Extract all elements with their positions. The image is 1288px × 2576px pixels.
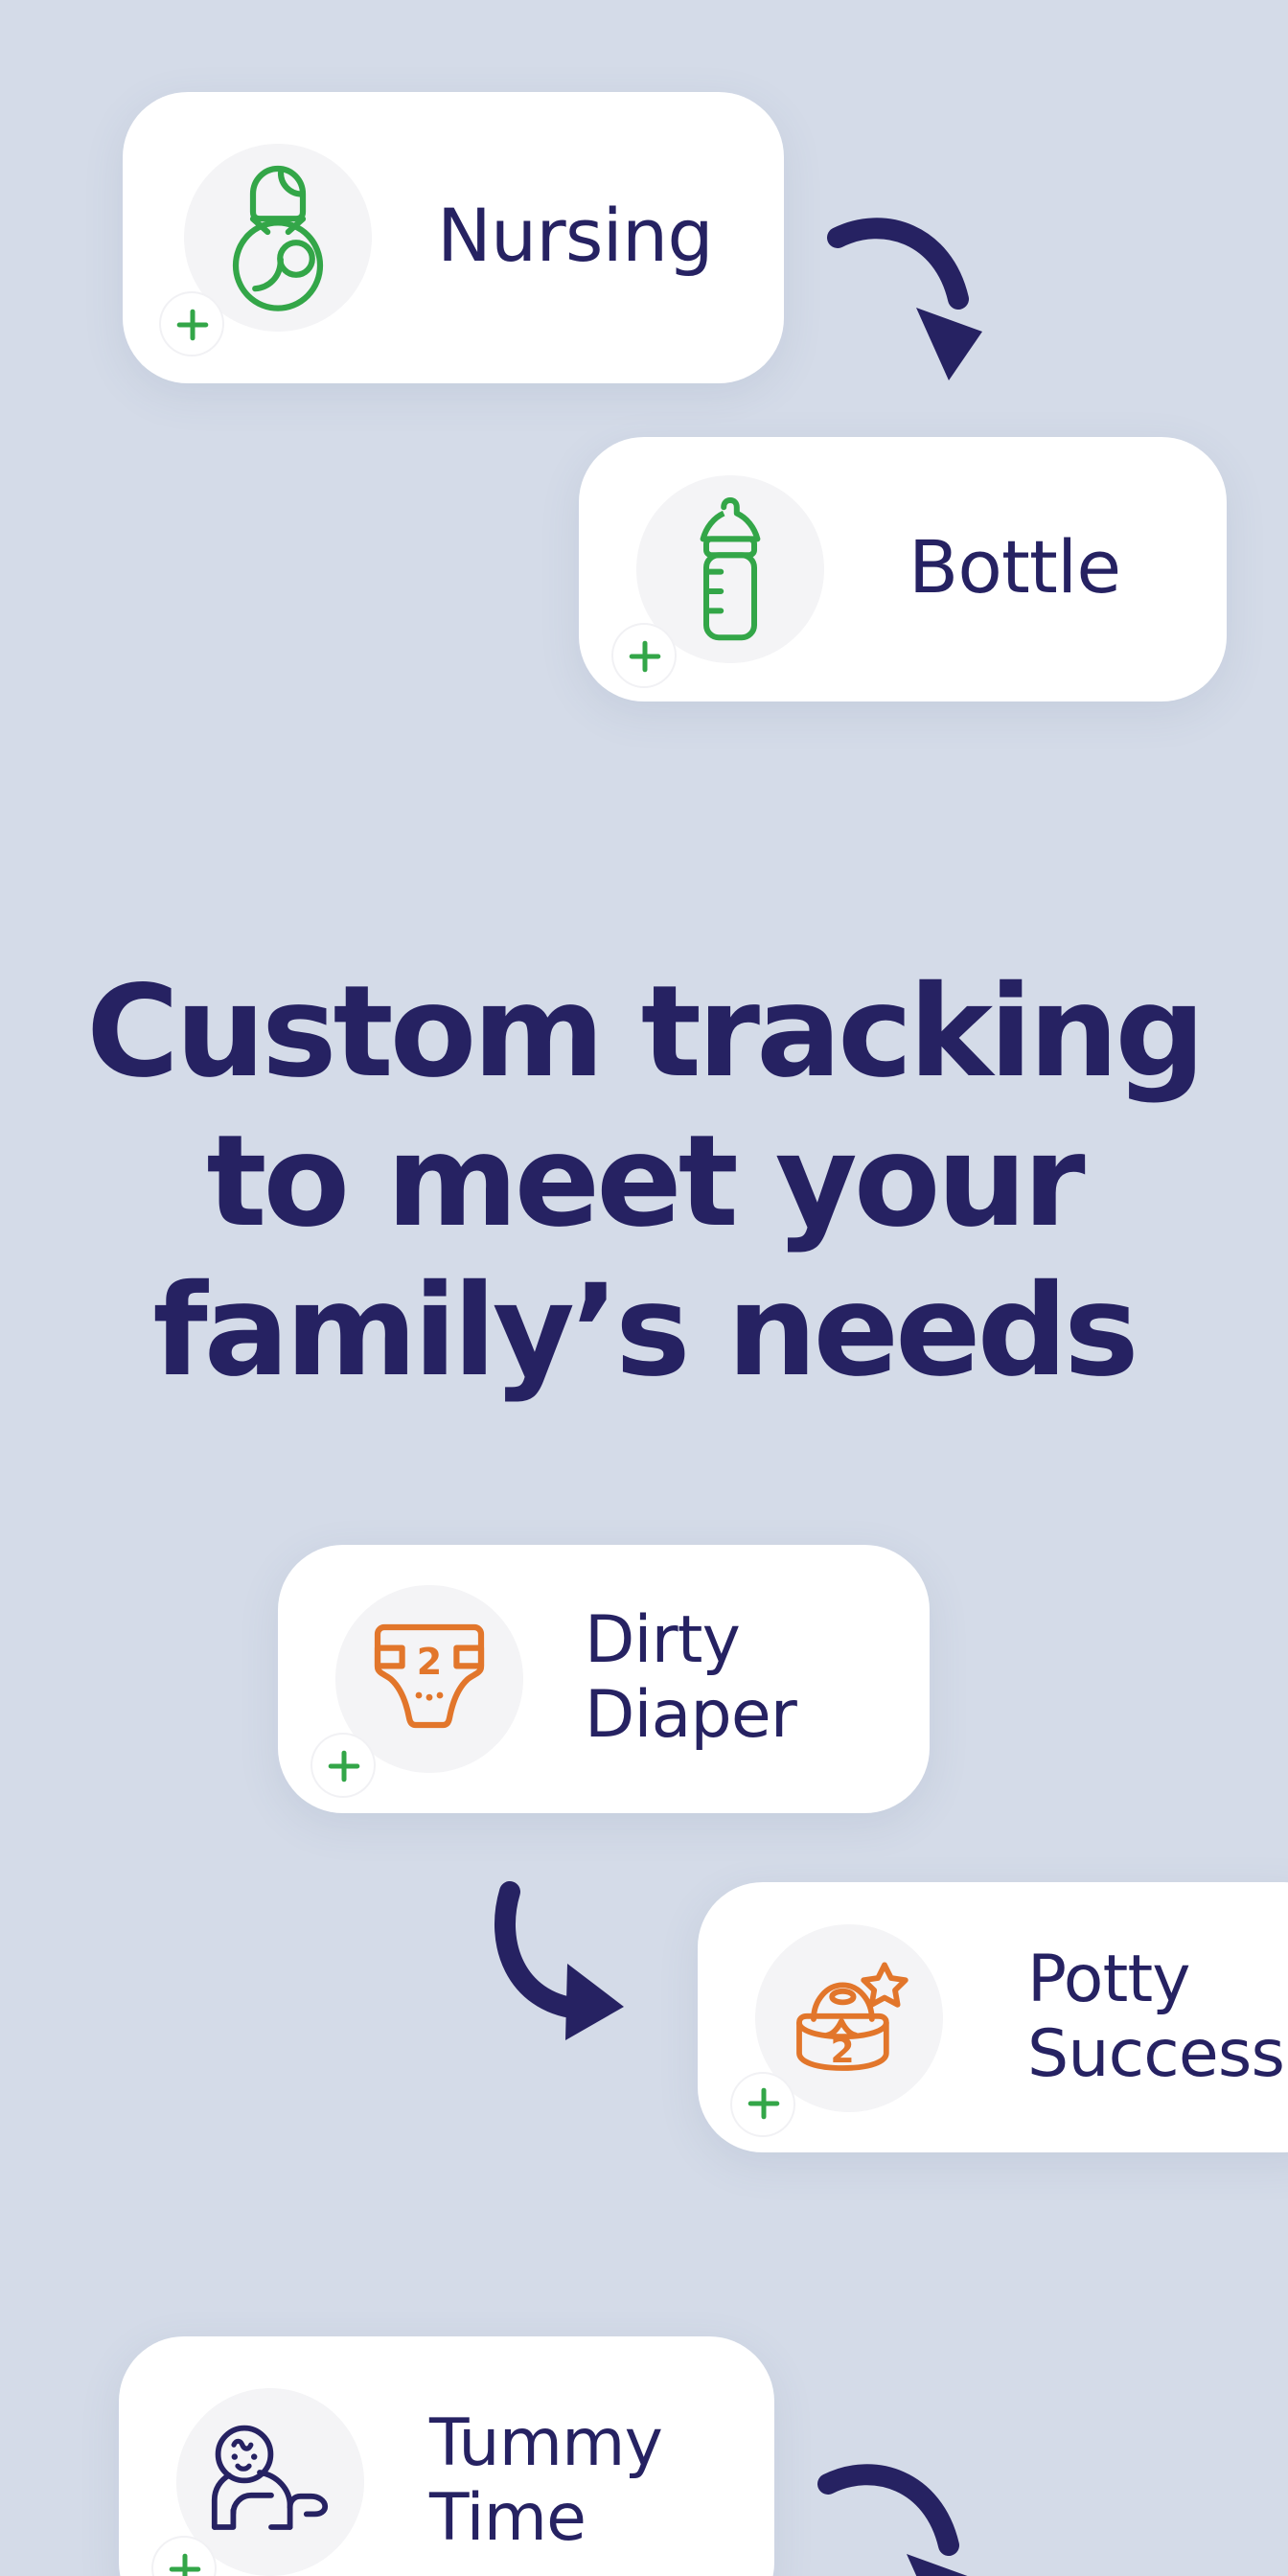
- plus-icon: [628, 639, 660, 672]
- icon-slot-bottle: [613, 456, 843, 686]
- tracking-card-tummy-time[interactable]: Tummy Time: [119, 2336, 774, 2576]
- card-label-bottle: Bottle: [908, 525, 1121, 610]
- tracking-card-potty-success[interactable]: 2 Potty Success: [698, 1882, 1288, 2152]
- add-badge-potty[interactable]: [732, 2073, 794, 2134]
- dirty-diaper-icon: 2: [374, 1623, 485, 1729]
- curved-arrow-right-down-icon: [827, 218, 982, 380]
- plus-icon: [327, 1749, 359, 1782]
- promo-canvas: Nursing Bottle 2 Dirty Diaper 2 Potty Su…: [0, 0, 1288, 2576]
- diaper-count-number: 2: [417, 1641, 442, 1683]
- tracking-card-bottle[interactable]: Bottle: [579, 437, 1227, 702]
- page-headline: Custom tracking to meet your family’s ne…: [86, 958, 1206, 1405]
- add-badge-dirty-diaper[interactable]: [312, 1735, 374, 1796]
- plus-icon: [175, 308, 208, 340]
- card-label-dirty-diaper: Dirty Diaper: [585, 1602, 797, 1754]
- curved-arrow-right-down-icon: [817, 2464, 968, 2576]
- icon-slot-nursing: [161, 125, 391, 355]
- potty-count-number: 2: [830, 2031, 854, 2070]
- icon-slot-dirty-diaper: 2: [312, 1566, 542, 1796]
- icon-slot-potty: 2: [732, 1904, 962, 2134]
- tracking-card-dirty-diaper[interactable]: 2 Dirty Diaper: [278, 1545, 930, 1813]
- tracking-card-nursing[interactable]: Nursing: [123, 92, 784, 383]
- card-label-tummy: Tummy Time: [429, 2405, 663, 2557]
- nursing-baby-icon: [232, 165, 324, 311]
- crawling-baby-icon: [211, 2425, 329, 2530]
- curved-arrow-down-right-icon: [494, 1881, 624, 2040]
- plus-icon: [747, 2087, 779, 2120]
- baby-bottle-icon: [700, 497, 761, 641]
- icon-slot-tummy: [153, 2369, 383, 2576]
- add-badge-nursing[interactable]: [161, 293, 222, 355]
- plus-icon: [168, 2552, 200, 2576]
- card-label-nursing: Nursing: [437, 194, 714, 279]
- card-label-potty: Potty Success: [1027, 1941, 1285, 2092]
- add-badge-bottle[interactable]: [613, 625, 675, 686]
- potty-star-icon: 2: [796, 1961, 908, 2070]
